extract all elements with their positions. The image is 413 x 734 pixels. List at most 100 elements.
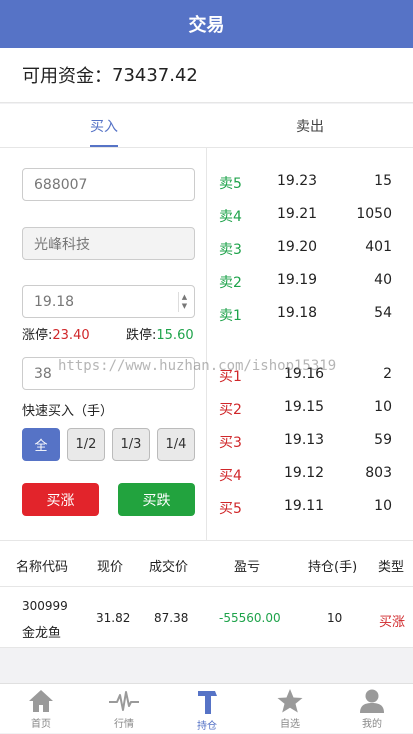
limit-down-label: 跌停: — [126, 328, 157, 343]
bid-row: 买5 19.11 10 — [207, 489, 413, 522]
limit-up-value: 23.40 — [52, 328, 90, 343]
nav-market[interactable]: 行情 — [83, 684, 165, 734]
limit-down-value: 15.60 — [156, 328, 194, 343]
ask-volume: 401 — [365, 239, 392, 255]
nav-market-label: 行情 — [114, 719, 134, 730]
row-type: 买涨 — [379, 615, 406, 630]
trade-tabs: 买入 卖出 — [0, 104, 413, 148]
row-pnl: -55560.00 — [219, 611, 281, 625]
ask-row: 卖2 19.19 40 — [207, 263, 413, 296]
bid-row: 买4 19.12 803 — [207, 456, 413, 489]
bid-volume: 803 — [365, 465, 392, 481]
quick-third-button[interactable]: 1/3 — [112, 428, 150, 461]
ask-price: 19.21 — [277, 206, 318, 222]
bid-price: 19.15 — [284, 399, 325, 415]
price-input[interactable]: 19.18 ▲ ▼ — [22, 285, 195, 318]
table-header-divider — [0, 586, 413, 587]
col-header-name: 名称代码 — [16, 560, 69, 575]
stock-name-value: 光峰科技 — [34, 236, 90, 253]
nav-profile-label: 我的 — [362, 719, 382, 730]
stepper-down-icon[interactable]: ▼ — [182, 302, 187, 311]
quantity-value: 38 — [34, 365, 52, 382]
funds-value: 73437.42 — [112, 64, 198, 86]
buy-fall-button[interactable]: 买跌 — [118, 483, 195, 516]
ask-label: 卖1 — [219, 308, 242, 324]
funds-label: 可用资金： — [22, 66, 112, 87]
user-icon — [360, 689, 384, 713]
bid-volume: 2 — [383, 366, 392, 382]
stepper-up-icon[interactable]: ▲ — [182, 293, 187, 302]
ask-price: 19.19 — [277, 272, 318, 288]
ask-label: 卖3 — [219, 242, 242, 258]
bid-label: 买3 — [219, 435, 242, 451]
row-deal-price: 87.38 — [154, 611, 189, 625]
bid-volume: 10 — [374, 399, 392, 415]
home-icon — [29, 690, 53, 712]
col-header-deal-price: 成交价 — [149, 560, 189, 575]
hammer-icon — [198, 691, 217, 714]
bid-price: 19.11 — [284, 498, 325, 514]
buy-rise-button[interactable]: 买涨 — [22, 483, 99, 516]
tab-sell[interactable]: 卖出 — [266, 104, 354, 148]
limit-up: 涨停:23.40 — [22, 324, 90, 343]
star-icon — [277, 689, 303, 713]
page-header: 交易 — [0, 0, 413, 48]
quick-buy-label: 快速买入（手） — [22, 404, 114, 419]
bid-volume: 59 — [374, 432, 392, 448]
ask-volume: 15 — [374, 173, 392, 189]
col-header-type: 类型 — [378, 560, 405, 575]
pulse-icon — [109, 691, 139, 711]
col-header-qty: 持仓(手) — [308, 560, 358, 575]
table-bottom-divider — [0, 647, 413, 648]
nav-watchlist-label: 自选 — [280, 719, 300, 730]
price-stepper[interactable]: ▲ ▼ — [178, 292, 190, 312]
bid-label: 买2 — [219, 402, 242, 418]
stock-code-value: 688007 — [34, 176, 88, 193]
ask-row: 卖4 19.21 1050 — [207, 197, 413, 230]
quick-half-button[interactable]: 1/2 — [67, 428, 105, 461]
ask-row: 卖5 19.23 15 — [207, 164, 413, 197]
ask-volume: 54 — [374, 305, 392, 321]
active-tab-indicator — [90, 145, 118, 147]
ask-price: 19.18 — [277, 305, 318, 321]
ask-row: 卖3 19.20 401 — [207, 230, 413, 263]
nav-positions[interactable]: 持仓 — [166, 684, 248, 734]
bid-row: 买3 19.13 59 — [207, 423, 413, 456]
row-price: 31.82 — [96, 611, 131, 625]
ask-label: 卖2 — [219, 275, 242, 291]
bid-volume: 10 — [374, 498, 392, 514]
limit-up-label: 涨停: — [22, 328, 53, 343]
bid-row: 买2 19.15 10 — [207, 390, 413, 423]
bid-label: 买4 — [219, 468, 242, 484]
nav-positions-label: 持仓 — [197, 721, 217, 732]
col-header-price: 现价 — [97, 560, 124, 575]
nav-home[interactable]: 首页 — [0, 684, 82, 734]
row-name: 金龙鱼 — [22, 626, 62, 641]
nav-profile[interactable]: 我的 — [331, 684, 413, 734]
price-value: 19.18 — [34, 293, 75, 310]
bid-label: 买5 — [219, 501, 242, 517]
page-title: 交易 — [188, 15, 225, 36]
row-code: 300999 — [22, 599, 68, 613]
row-qty: 10 — [327, 611, 343, 625]
ask-row: 卖1 19.18 54 — [207, 296, 413, 329]
bottom-nav: 首页 行情 持仓 自选 我的 — [0, 683, 413, 733]
col-header-pnl: 盈亏 — [234, 560, 261, 575]
bid-price: 19.12 — [284, 465, 325, 481]
positions-table: 名称代码 现价 成交价 盈亏 持仓(手) 类型 300999 金龙鱼 31.82… — [0, 540, 413, 648]
ask-price: 19.20 — [277, 239, 318, 255]
bid-price: 19.13 — [284, 432, 325, 448]
quick-quarter-button[interactable]: 1/4 — [157, 428, 195, 461]
ask-label: 卖4 — [219, 209, 242, 225]
limit-down: 跌停:15.60 — [126, 324, 194, 343]
ask-label: 卖5 — [219, 176, 242, 192]
ask-volume: 40 — [374, 272, 392, 288]
available-funds: 可用资金： 73437.42 — [0, 48, 413, 103]
stock-code-input[interactable]: 688007 — [22, 168, 195, 201]
tab-buy[interactable]: 买入 — [60, 104, 148, 148]
stock-name-field: 光峰科技 — [22, 227, 195, 260]
quick-all-button[interactable]: 全 — [22, 428, 60, 461]
ask-volume: 1050 — [356, 206, 392, 222]
watermark-text: https://www.huzhan.com/ishop15319 — [58, 358, 337, 374]
nav-watchlist[interactable]: 自选 — [249, 684, 331, 734]
